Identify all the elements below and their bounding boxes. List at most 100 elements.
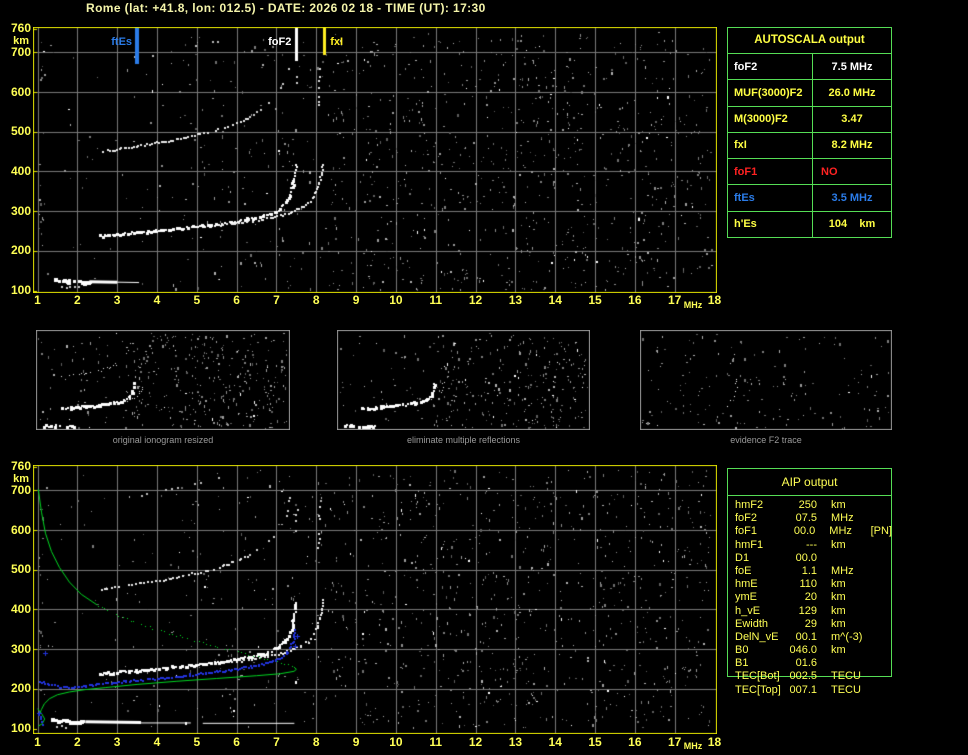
x-tick-label: 10 <box>384 293 407 307</box>
marker-label-ftEs: ftEs <box>88 35 132 49</box>
autoscala-row: h'Es104 km <box>728 212 891 237</box>
y-tick-label: 600 <box>0 523 31 537</box>
autoscala-row-value: 26.0 MHz <box>813 80 891 105</box>
x-tick-label: 17 <box>663 735 686 749</box>
aip-row-value: 250 <box>789 499 817 512</box>
y-tick-label: 500 <box>0 124 31 138</box>
aip-row-unit: km <box>817 605 865 618</box>
aip-row: DelN_vE00.1m^(-3) <box>727 631 892 644</box>
aip-row-label: hmF1 <box>727 539 789 552</box>
aip-row-note: [PN] <box>863 525 892 538</box>
aip-row-value: 046.0 <box>789 644 817 657</box>
thumbnail-caption-reflections: eliminate multiple reflections <box>337 434 590 446</box>
x-tick-label: 2 <box>66 293 89 307</box>
aip-row-label: hmE <box>727 578 789 591</box>
x-tick-label: 5 <box>185 735 208 749</box>
x-tick-label: 9 <box>345 735 368 749</box>
aip-row-unit: TECU <box>817 670 865 683</box>
y-tick-label: 100 <box>0 283 31 297</box>
x-tick-label: 18 <box>703 735 726 749</box>
aip-row: foF207.5MHz <box>727 512 892 525</box>
x-tick-label: 11 <box>424 293 447 307</box>
y-tick-label: 760 <box>0 459 31 473</box>
autoscala-row-value: 104 km <box>813 212 891 237</box>
aip-output-rows: hmF2250kmfoF207.5MHzfoF100.0MHz[PN]hmF1-… <box>727 499 892 697</box>
thumbnail-caption-original: original ionogram resized <box>36 434 290 446</box>
thumbnail-eliminate-reflections-canvas <box>337 330 590 430</box>
aip-row-unit: MHz <box>817 565 865 578</box>
y-tick-label: 400 <box>0 164 31 178</box>
x-tick-label: 16 <box>623 293 646 307</box>
aip-row-value: 002.5 <box>789 670 817 683</box>
y-tick-label: 300 <box>0 642 31 656</box>
aip-row: D100.0 <box>727 552 892 565</box>
autoscala-row-label: foF1 <box>728 159 813 184</box>
aip-row-unit <box>817 552 865 565</box>
aip-row-unit: km <box>817 539 865 552</box>
autoscala-row-label: MUF(3000)F2 <box>728 80 813 105</box>
x-tick-label: 15 <box>584 735 607 749</box>
x-tick-label: 5 <box>185 293 208 307</box>
x-tick-label: 6 <box>225 293 248 307</box>
aip-row-value: 00.1 <box>789 631 817 644</box>
aip-row-label: h_vE <box>727 605 789 618</box>
x-tick-label: 3 <box>106 735 129 749</box>
y-tick-label: 700 <box>0 483 31 497</box>
aip-row-value: 01.6 <box>789 657 817 670</box>
marker-label-fxI: fxI <box>330 35 370 49</box>
aip-row-value: 1.1 <box>789 565 817 578</box>
aip-row: B101.6 <box>727 657 892 670</box>
aip-row-label: Ewidth <box>727 618 789 631</box>
x-tick-label: 10 <box>384 735 407 749</box>
aip-row-label: B0 <box>727 644 789 657</box>
autoscala-row-value: 3.47 <box>813 107 891 132</box>
autoscala-row-value: 3.5 MHz <box>813 185 891 210</box>
aip-row-label: DelN_vE <box>727 631 789 644</box>
aip-row-value: 129 <box>789 605 817 618</box>
aip-row-value: 07.5 <box>789 512 817 525</box>
aip-row-value: 007.1 <box>789 684 817 697</box>
aip-row: foF100.0MHz[PN] <box>727 525 892 538</box>
autoscala-row: fxI8.2 MHz <box>728 133 891 159</box>
x-tick-label: 7 <box>265 735 288 749</box>
x-tick-label: 15 <box>584 293 607 307</box>
x-tick-label: 9 <box>345 293 368 307</box>
aip-row: TEC[Bot]002.5TECU <box>727 670 892 683</box>
aip-row: h_vE129km <box>727 605 892 618</box>
autoscala-row-label: h'Es <box>728 212 813 237</box>
x-tick-label: 8 <box>305 293 328 307</box>
aip-row-label: D1 <box>727 552 789 565</box>
aip-row: TEC[Top]007.1TECU <box>727 684 892 697</box>
autoscala-row-value: NO <box>813 159 891 184</box>
aip-row-label: foF2 <box>727 512 789 525</box>
x-tick-label: 18 <box>703 293 726 307</box>
x-tick-label: 6 <box>225 735 248 749</box>
aip-row: ymE20km <box>727 591 892 604</box>
aip-row: Ewidth29km <box>727 618 892 631</box>
x-tick-label: 13 <box>504 735 527 749</box>
y-tick-label: 400 <box>0 602 31 616</box>
thumbnail-caption-f2-trace: evidence F2 trace <box>640 434 892 446</box>
autoscala-row: foF1NO <box>728 159 891 185</box>
aip-row-unit: km <box>817 644 865 657</box>
aip-row-label: ymE <box>727 591 789 604</box>
aip-row-unit: MHz <box>815 525 862 538</box>
aip-row-value: 29 <box>789 618 817 631</box>
aip-row-unit: km <box>817 499 865 512</box>
autoscala-output-panel: AUTOSCALA output foF27.5 MHzMUF(3000)F22… <box>727 27 892 238</box>
autoscala-row-value: 8.2 MHz <box>813 133 891 158</box>
thumbnail-evidence-f2-canvas <box>640 330 892 430</box>
x-tick-label: 4 <box>145 293 168 307</box>
aip-row-value: --- <box>789 539 817 552</box>
thumbnail-original-ionogram-canvas <box>36 330 290 430</box>
autoscala-row-label: fxI <box>728 133 813 158</box>
x-tick-label: 11 <box>424 735 447 749</box>
x-tick-label: 14 <box>544 293 567 307</box>
autoscala-row: ftEs3.5 MHz <box>728 185 891 211</box>
aip-row: B0046.0km <box>727 644 892 657</box>
aip-row-unit: MHz <box>817 512 865 525</box>
aip-row-value: 00.0 <box>789 552 817 565</box>
aip-row-label: B1 <box>727 657 789 670</box>
x-tick-label: 16 <box>623 735 646 749</box>
x-tick-label: 17 <box>663 293 686 307</box>
